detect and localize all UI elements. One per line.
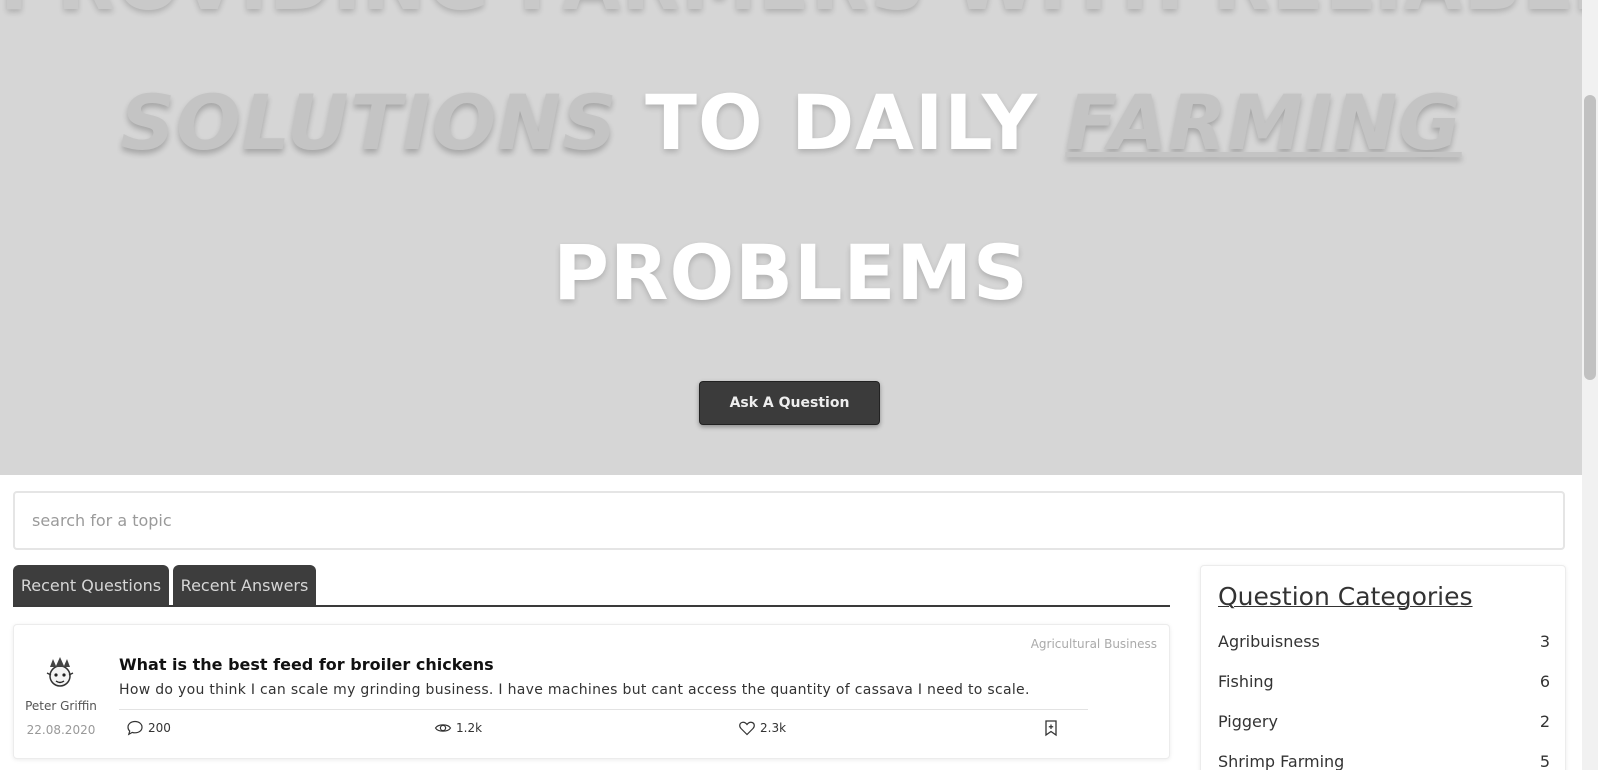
category-count: 3 <box>1539 632 1550 651</box>
hero-words-to-daily: TO DAILY <box>617 78 1066 167</box>
bookmark-button[interactable] <box>1043 719 1059 737</box>
category-name: Agribuisness <box>1218 632 1320 651</box>
comments-count: 200 <box>148 721 171 735</box>
likes-stat[interactable]: 2.3k <box>738 719 786 737</box>
hero-word-farming: FARMING <box>1065 78 1462 167</box>
category-count: 2 <box>1539 712 1550 731</box>
category-name: Shrimp Farming <box>1218 752 1345 770</box>
avatar <box>46 657 74 687</box>
likes-count: 2.3k <box>760 721 787 735</box>
question-tabs: Recent Questions Recent Answers <box>13 565 1170 607</box>
categories-title[interactable]: Question Categories <box>1218 582 1473 611</box>
hero-banner: PROVIDING FARMERS WITH RELIABLE SOLUTION… <box>0 0 1582 475</box>
category-name: Piggery <box>1218 712 1278 731</box>
hero-heading-line-1: PROVIDING FARMERS WITH RELIABLE <box>0 0 1582 27</box>
views-stat[interactable]: 1.2k <box>434 719 482 737</box>
question-card[interactable]: Peter Griffin 22.08.2020 Agricultural Bu… <box>13 624 1170 759</box>
tab-recent-questions[interactable]: Recent Questions <box>13 565 169 605</box>
page-scrollbar[interactable] <box>1582 0 1598 770</box>
heart-icon <box>739 721 755 736</box>
category-item-fishing[interactable]: Fishing 6 <box>1218 672 1550 691</box>
post-date: 22.08.2020 <box>26 723 96 737</box>
ask-question-button[interactable]: Ask A Question <box>699 381 880 425</box>
question-categories-panel: Question Categories Agribuisness 3 Fishi… <box>1200 565 1566 770</box>
tab-recent-answers[interactable]: Recent Answers <box>173 565 316 605</box>
category-item-piggery[interactable]: Piggery 2 <box>1218 712 1550 731</box>
category-name: Fishing <box>1218 672 1274 691</box>
question-category-tag[interactable]: Agricultural Business <box>1031 637 1157 651</box>
category-count: 6 <box>1539 672 1550 691</box>
bookmark-icon <box>1045 720 1057 737</box>
search-input[interactable] <box>13 491 1565 550</box>
hero-word-solutions: SOLUTIONS <box>120 78 618 167</box>
views-count: 1.2k <box>456 721 483 735</box>
chat-bubble-icon <box>127 720 143 736</box>
hero-heading-line-2: SOLUTIONS TO DAILY FARMING <box>0 78 1582 167</box>
eye-icon <box>434 724 452 732</box>
comments-stat[interactable]: 200 <box>126 719 171 737</box>
question-excerpt: How do you think I can scale my grinding… <box>119 682 1030 698</box>
card-divider <box>119 709 1088 710</box>
category-item-shrimp-farming[interactable]: Shrimp Farming 5 <box>1218 752 1550 770</box>
category-count: 5 <box>1539 752 1550 770</box>
category-item-agribuisness[interactable]: Agribuisness 3 <box>1218 632 1550 651</box>
author-name[interactable]: Peter Griffin <box>14 699 108 713</box>
scrollbar-thumb[interactable] <box>1584 95 1596 380</box>
question-title[interactable]: What is the best feed for broiler chicke… <box>119 655 494 674</box>
hero-heading-line-3: PROBLEMS <box>553 228 1029 317</box>
